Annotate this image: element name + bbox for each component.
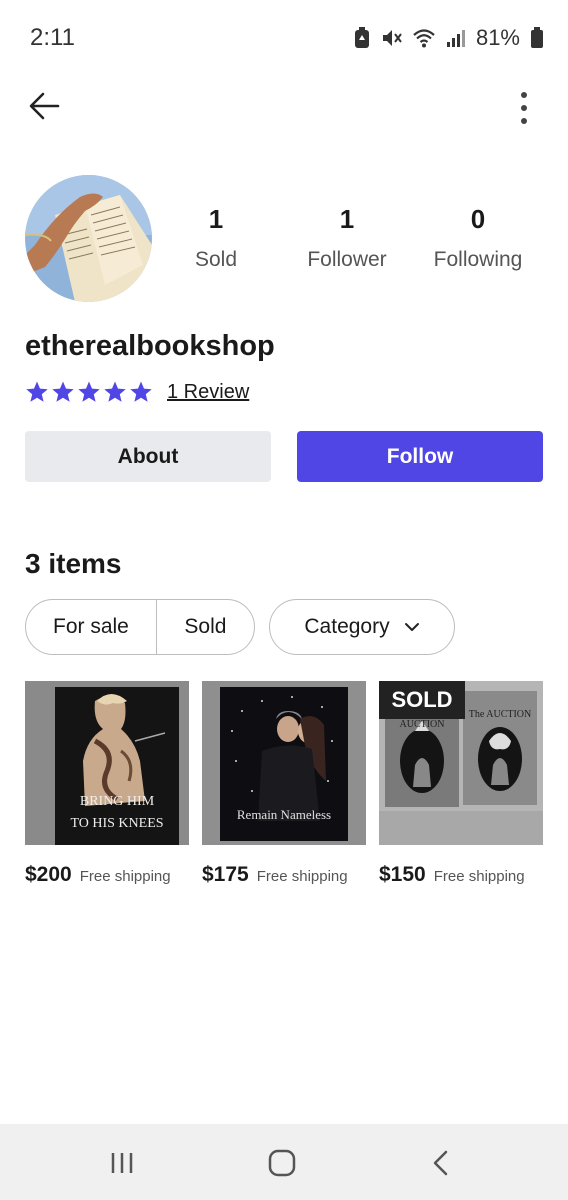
avatar: [25, 175, 152, 302]
product-shipping: Free shipping: [433, 868, 525, 885]
recent-apps-button[interactable]: [102, 1146, 142, 1180]
recent-apps-icon: [111, 1153, 133, 1173]
stat-count: 1: [339, 204, 355, 234]
star-rating: [25, 380, 153, 404]
cover-title-line: AUCTION: [399, 719, 445, 730]
product-meta: $175 Free shipping: [202, 863, 366, 887]
stat-count: 0: [470, 204, 486, 234]
cover-title-line: BRING HIM: [79, 794, 155, 809]
status-icons: 81%: [354, 24, 544, 52]
status-bar: 2:11 81%: [0, 0, 568, 76]
back-button[interactable]: [26, 88, 66, 124]
product-card[interactable]: BRING HIM TO HIS KNEES $200 Free shippin…: [25, 681, 189, 887]
follow-button[interactable]: Follow: [297, 431, 543, 482]
home-button[interactable]: [262, 1146, 302, 1180]
items-count-title: 3 items: [25, 548, 122, 579]
stat-label: Sold: [194, 248, 238, 271]
product-card[interactable]: AUCTION The AUCTION SOLD $150 Free shipp…: [379, 681, 543, 887]
about-button[interactable]: About: [25, 431, 271, 482]
product-price: $200: [25, 863, 72, 886]
product-price: $175: [202, 863, 249, 886]
rating: 1 Review: [25, 376, 249, 408]
battery-saver-icon: [354, 27, 370, 49]
product-image: Remain Nameless: [202, 681, 366, 845]
product-shipping: Free shipping: [256, 868, 348, 885]
signal-icon: [446, 28, 466, 48]
system-back-button[interactable]: [422, 1146, 462, 1180]
cover-title-line: TO HIS KNEES: [70, 816, 164, 831]
battery-percent: 81%: [475, 25, 520, 50]
star-icon: [52, 381, 74, 402]
star-icon: [26, 381, 48, 402]
reviews-link[interactable]: 1 Review: [167, 381, 249, 404]
battery-icon: [530, 27, 544, 49]
sale-status-filter: For sale Sold: [25, 599, 255, 655]
product-price: $150: [379, 863, 426, 886]
more-vertical-icon: [521, 92, 527, 124]
shop-username: etherealbookshop: [25, 330, 275, 362]
product-image: BRING HIM TO HIS KNEES: [25, 681, 189, 845]
top-nav: [0, 76, 568, 136]
status-time: 2:11: [30, 24, 75, 51]
category-label: Category: [304, 615, 390, 638]
star-icon: [104, 381, 126, 402]
system-nav-bar: [0, 1124, 568, 1200]
back-arrow-icon: [29, 92, 60, 120]
cover-title-line: Remain Nameless: [236, 807, 332, 822]
mute-icon: [380, 27, 402, 49]
star-icon: [130, 381, 152, 402]
star-icon: [78, 381, 100, 402]
chevron-left-icon: [433, 1150, 448, 1176]
filter-sold[interactable]: Sold: [157, 600, 254, 654]
stat-label: Follower: [307, 248, 387, 271]
product-card[interactable]: Remain Nameless $175 Free shipping: [202, 681, 366, 887]
stat-label: Following: [433, 248, 523, 271]
wifi-icon: [412, 28, 436, 48]
category-dropdown[interactable]: Category: [269, 599, 455, 655]
cover-title-line: The AUCTION: [468, 709, 532, 720]
home-icon: [268, 1149, 296, 1177]
stat-following[interactable]: 0 Following: [418, 204, 538, 272]
more-options-button[interactable]: [510, 88, 538, 128]
filter-for-sale[interactable]: For sale: [26, 600, 157, 654]
chevron-down-icon: [404, 623, 419, 631]
stat-followers[interactable]: 1 Follower: [287, 204, 407, 272]
product-image: AUCTION The AUCTION SOLD: [379, 681, 543, 845]
sold-badge: SOLD: [379, 681, 465, 719]
product-meta: $200 Free shipping: [25, 863, 189, 887]
stat-sold: 1 Sold: [156, 204, 276, 272]
product-meta: $150 Free shipping: [379, 863, 543, 887]
product-shipping: Free shipping: [79, 868, 171, 885]
stat-count: 1: [208, 204, 224, 234]
